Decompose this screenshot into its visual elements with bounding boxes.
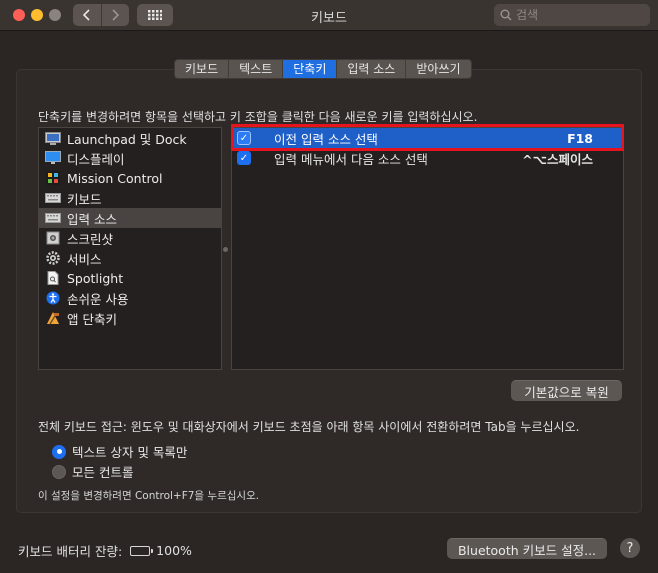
radio-selected-indicator[interactable]	[52, 444, 66, 459]
instructions-text: 단축키를 변경하려면 항목을 선택하고 키 조합을 클릭한 다음 새로운 키를 …	[38, 110, 478, 124]
battery-label: 키보드 배터리 잔량:	[18, 544, 123, 559]
category-item-mission-control[interactable]: Mission Control	[39, 168, 221, 188]
category-item-app-shortcuts[interactable]: 앱 단축키	[39, 308, 221, 328]
tab-shortcuts[interactable]: 단축키	[283, 60, 338, 78]
keyboard-icon	[45, 210, 61, 226]
shortcut-list: ✓ 이전 입력 소스 선택 F18 ✓ 입력 메뉴에서 다음 소스 선택 ^⌥스…	[231, 127, 624, 370]
keyboard-icon	[45, 190, 61, 206]
category-label: 키보드	[67, 191, 102, 207]
shortcut-key[interactable]: ^⌥스페이스	[522, 149, 593, 168]
category-item-launchpad[interactable]: Launchpad 및 Dock	[39, 128, 221, 148]
full-keyboard-access-label: 전체 키보드 접근: 윈도우 및 대화상자에서 키보드 초점을 아래 항목 사이…	[38, 420, 580, 434]
search-field[interactable]	[494, 4, 650, 26]
search-icon	[500, 9, 512, 21]
category-item-screenshot[interactable]: 스크린샷	[39, 228, 221, 248]
category-label: Launchpad 및 Dock	[67, 131, 187, 147]
radio-label: 텍스트 상자 및 목록만	[72, 445, 188, 460]
accessibility-icon	[45, 290, 61, 306]
category-item-spotlight[interactable]: Spotlight	[39, 268, 221, 288]
restore-defaults-button[interactable]: 기본값으로 복원	[511, 380, 622, 401]
spotlight-icon	[45, 270, 61, 286]
shortcut-label: 이전 입력 소스 선택	[274, 131, 378, 147]
bluetooth-keyboard-setup-button[interactable]: Bluetooth 키보드 설정...	[447, 538, 607, 559]
tab-input-sources[interactable]: 입력 소스	[337, 60, 407, 78]
radio-text-boxes-lists[interactable]: 텍스트 상자 및 목록만	[52, 442, 187, 461]
category-label: 앱 단축키	[67, 311, 117, 327]
gear-icon	[45, 250, 61, 266]
shortcut-label: 입력 메뉴에서 다음 소스 선택	[274, 151, 428, 167]
category-label: 서비스	[67, 251, 102, 267]
app-shortcuts-icon	[45, 310, 61, 326]
category-label: Spotlight	[67, 270, 124, 286]
category-item-display[interactable]: 디스플레이	[39, 148, 221, 168]
launchpad-icon	[45, 130, 61, 146]
radio-label: 모든 컨트롤	[72, 465, 134, 480]
shortcut-row-previous-input-source[interactable]: ✓ 이전 입력 소스 선택 F18	[232, 128, 623, 148]
search-input[interactable]	[516, 8, 636, 22]
radio-all-controls[interactable]: 모든 컨트롤	[52, 462, 133, 481]
category-label: 입력 소스	[67, 211, 117, 227]
checkbox-checked[interactable]: ✓	[237, 151, 251, 165]
battery-icon	[130, 545, 154, 556]
screenshot-icon	[45, 230, 61, 246]
category-item-services[interactable]: 서비스	[39, 248, 221, 268]
help-button[interactable]: ?	[620, 538, 640, 558]
split-view-divider[interactable]	[223, 247, 228, 252]
battery-status: 키보드 배터리 잔량: 100%	[18, 541, 192, 560]
category-label: 스크린샷	[67, 231, 114, 247]
checkbox-checked[interactable]: ✓	[237, 131, 251, 145]
shortcut-row-next-input-source[interactable]: ✓ 입력 메뉴에서 다음 소스 선택 ^⌥스페이스	[232, 148, 623, 168]
category-label: 손쉬운 사용	[67, 291, 129, 307]
tab-bar: 키보드 텍스트 단축키 입력 소스 받아쓰기	[174, 59, 472, 79]
category-label: Mission Control	[67, 170, 163, 186]
category-item-accessibility[interactable]: 손쉬운 사용	[39, 288, 221, 308]
category-item-keyboard[interactable]: 키보드	[39, 188, 221, 208]
category-item-input-sources[interactable]: 입력 소스	[39, 208, 221, 228]
display-icon	[45, 150, 61, 166]
category-list: Launchpad 및 Dock 디스플레이 Mission Control 키…	[38, 127, 222, 370]
title-bar: 키보드	[0, 0, 658, 31]
tab-text[interactable]: 텍스트	[229, 60, 284, 78]
battery-value: 100%	[156, 543, 192, 558]
tab-keyboard[interactable]: 키보드	[175, 60, 230, 78]
control-f7-hint: 이 설정을 변경하려면 Control+F7을 누르십시오.	[38, 490, 260, 502]
shortcut-key[interactable]: F18	[567, 131, 593, 146]
category-label: 디스플레이	[67, 151, 125, 167]
mission-control-icon	[45, 170, 61, 186]
tab-dictation[interactable]: 받아쓰기	[406, 60, 470, 78]
radio-unselected-indicator[interactable]	[52, 464, 66, 479]
